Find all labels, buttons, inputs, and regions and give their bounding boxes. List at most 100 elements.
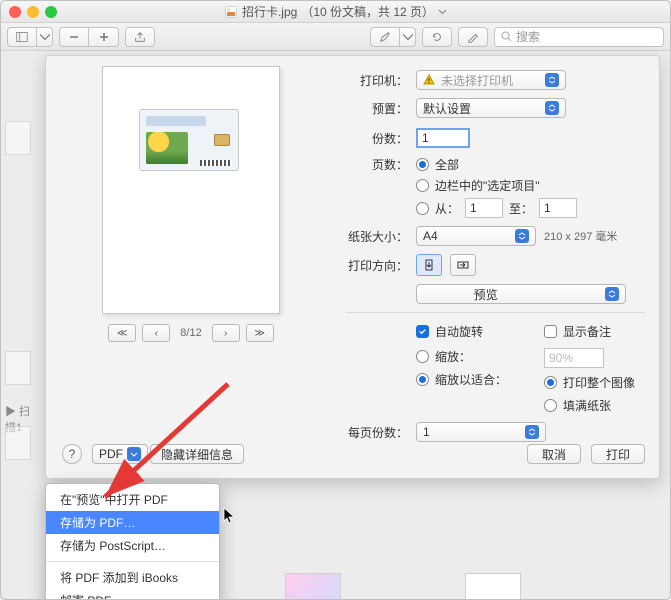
pages-selection-radio[interactable] [416, 179, 429, 192]
pages-label: 页数： [346, 156, 408, 173]
hide-details-button[interactable]: 隐藏详细信息 [150, 444, 244, 464]
pdf-dropdown-menu: 在"预览"中打开 PDF存储为 PDF…存储为 PostScript… 将 PDF… [45, 483, 220, 600]
pages-range-radio[interactable] [416, 202, 429, 215]
edit-button[interactable] [458, 27, 488, 47]
copies-label: 份数： [346, 130, 408, 147]
auto-rotate-checkbox[interactable] [416, 325, 429, 338]
paper-size-value: A4 [423, 229, 438, 243]
orientation-portrait-button[interactable] [416, 254, 442, 276]
sidebar-thumb[interactable] [5, 426, 31, 460]
paper-size-label: 纸张大小： [346, 228, 408, 245]
first-page-button[interactable]: ≪ [108, 324, 136, 342]
pdf-menu-item[interactable]: 邮寄 PDF [46, 589, 219, 600]
chevron-down-icon [438, 9, 447, 15]
print-button[interactable]: 打印 [591, 444, 645, 464]
page-navigator: ≪ ‹ 8/12 › ≫ [86, 324, 296, 342]
pages-to-label: 至： [509, 200, 533, 217]
pages-all-text: 全部 [435, 156, 459, 173]
prev-page-button[interactable]: ‹ [142, 324, 170, 342]
search-input[interactable]: 搜索 [494, 27, 664, 47]
window-title-filename: 招行卡.jpg [242, 3, 297, 20]
scale-input[interactable]: 90% [544, 348, 604, 368]
printer-label: 打印机： [346, 72, 408, 89]
fit-fill-radio[interactable] [544, 399, 557, 412]
share-button[interactable] [125, 27, 155, 47]
select-arrows-icon [525, 425, 539, 439]
orientation-label: 打印方向： [346, 257, 408, 274]
sidebar-thumb[interactable] [5, 121, 31, 155]
sidebar-thumb[interactable] [5, 351, 31, 385]
help-button[interactable]: ? [62, 444, 82, 464]
section-value: 预览 [474, 286, 498, 303]
printer-select[interactable]: 未选择打印机 [416, 70, 566, 90]
warning-icon [423, 74, 435, 86]
pdf-menu-item[interactable]: 存储为 PostScript… [46, 534, 219, 557]
pages-to-input[interactable]: 1 [539, 198, 577, 218]
fit-whole-radio[interactable] [544, 376, 557, 389]
sidebar-toggle-button[interactable] [7, 27, 37, 47]
sidebar: ▶ 扫描1 [1, 51, 37, 600]
sidebar-mode-chevron[interactable] [37, 27, 53, 47]
chevron-down-icon [127, 447, 141, 461]
pages-range-label: 从： [435, 200, 459, 217]
bg-thumb[interactable] [465, 573, 521, 600]
fit-radio[interactable] [416, 373, 429, 386]
next-page-button[interactable]: › [212, 324, 240, 342]
scale-label: 缩放： [435, 348, 471, 365]
paper-dimensions: 210 x 297 毫米 [544, 228, 617, 244]
window-title: 招行卡.jpg （10 份文稿，共 12 页） [1, 3, 670, 20]
pages-all-radio[interactable] [416, 158, 429, 171]
window-minimize-button[interactable] [27, 6, 39, 18]
paper-size-select[interactable]: A4 [416, 226, 536, 246]
card-image [139, 109, 239, 171]
select-arrows-icon [605, 287, 619, 301]
print-preview-column: ≪ ‹ 8/12 › ≫ [86, 66, 296, 342]
auto-rotate-label: 自动旋转 [435, 323, 483, 340]
search-icon [501, 31, 512, 42]
bg-thumb[interactable] [285, 573, 341, 600]
last-page-button[interactable]: ≫ [246, 324, 274, 342]
zoom-in-button[interactable] [89, 27, 119, 47]
preset-value: 默认设置 [423, 100, 471, 117]
fit-label: 缩放以适合： [435, 371, 507, 388]
select-arrows-icon [545, 101, 559, 115]
window-close-button[interactable] [9, 6, 21, 18]
content: ▶ 扫描1 ≪ ‹ 8/12 › ≫ [1, 51, 670, 600]
markup-button[interactable] [370, 27, 400, 47]
markup-chevron[interactable] [400, 27, 416, 47]
orientation-landscape-button[interactable] [450, 254, 476, 276]
pdf-menu-item[interactable]: 在"预览"中打开 PDF [46, 488, 219, 511]
toolbar: 搜索 [1, 23, 670, 51]
titlebar: 招行卡.jpg （10 份文稿，共 12 页） [1, 1, 670, 23]
dialog-actions: 取消 打印 [527, 444, 645, 464]
window-zoom-button[interactable] [45, 6, 57, 18]
copies-per-page-select[interactable]: 1 [416, 422, 546, 442]
pdf-menu-button[interactable]: PDF [92, 444, 148, 464]
section-select[interactable]: 预览 [416, 284, 626, 304]
preset-label: 预置： [346, 100, 408, 117]
cancel-button[interactable]: 取消 [527, 444, 581, 464]
copies-input[interactable]: 1 [416, 128, 470, 148]
pdf-menu-item[interactable]: 存储为 PDF… [46, 511, 219, 534]
show-notes-label: 显示备注 [563, 323, 611, 340]
window: 招行卡.jpg （10 份文稿，共 12 页） 搜索 [0, 0, 671, 600]
pdf-menu-item[interactable]: 将 PDF 添加到 iBooks [46, 566, 219, 589]
pages-from-input[interactable]: 1 [465, 198, 503, 218]
pdf-button-label: PDF [99, 447, 123, 461]
printer-value: 未选择打印机 [441, 72, 513, 89]
menu-separator [46, 561, 219, 562]
preset-select[interactable]: 默认设置 [416, 98, 566, 118]
print-settings: 打印机： 未选择打印机 预置： 默认设置 [346, 70, 645, 450]
jpeg-icon [224, 5, 238, 19]
rotate-button[interactable] [422, 27, 452, 47]
window-title-suffix: （10 份文稿，共 12 页） [301, 3, 434, 20]
zoom-out-button[interactable] [59, 27, 89, 47]
show-notes-checkbox[interactable] [544, 325, 557, 338]
select-arrows-icon [515, 229, 529, 243]
fit-fill-label: 填满纸张 [563, 397, 611, 414]
copies-per-page-label: 每页份数： [346, 424, 408, 441]
select-arrows-icon [545, 73, 559, 87]
scale-radio[interactable] [416, 350, 429, 363]
print-sheet: ≪ ‹ 8/12 › ≫ 打印机： 未选择打印机 [45, 55, 660, 479]
copies-per-page-value: 1 [423, 425, 430, 439]
